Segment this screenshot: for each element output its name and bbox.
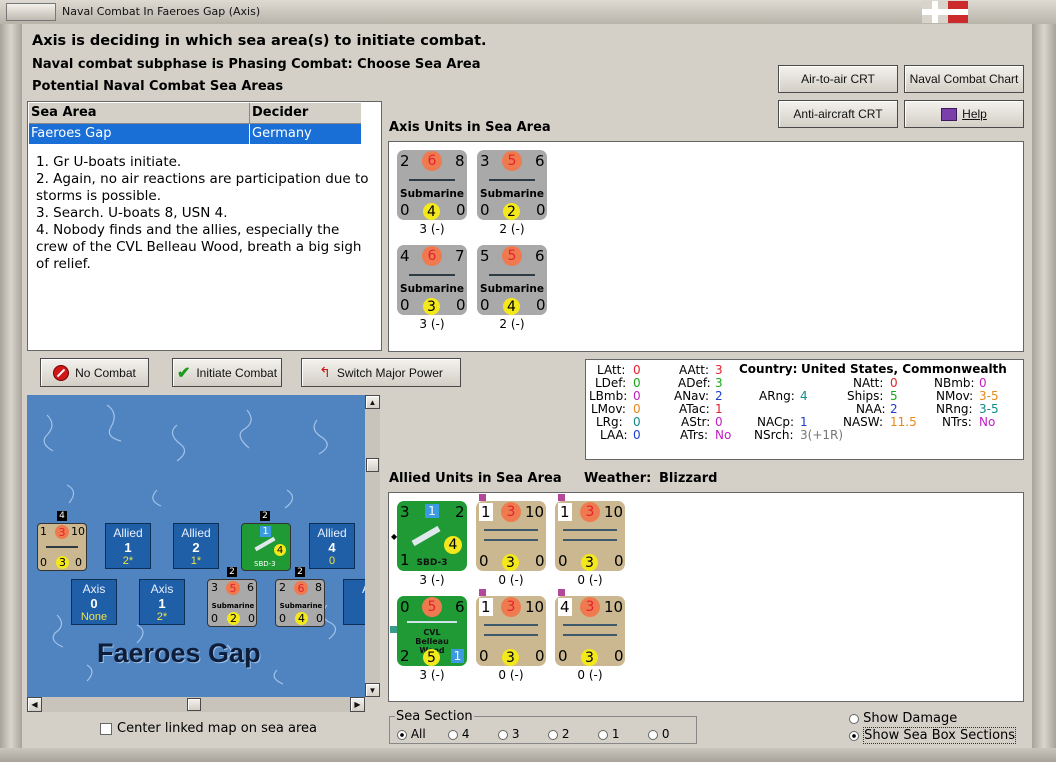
map-ship-stack-counter[interactable]: 1 3 10 0 3 0 [37,523,87,571]
aircraft-icon [411,525,441,547]
status-message: Axis is deciding in which sea area(s) to… [32,33,487,49]
sea-area-map[interactable]: 1 3 10 0 3 0 4 Allied 1 2* Allied 2 1* 2 1 4… [27,395,365,697]
sea-section-option-all[interactable]: All [397,727,426,741]
notes-text[interactable]: 1. Gr U-boats initiate. 2. Again, no air… [36,154,374,273]
switch-major-power-label: Switch Major Power [336,365,443,380]
allied-units-label: Allied Units in Sea Area [389,471,562,486]
checkmark-icon: ✔ [176,364,191,382]
subphase-text: Naval combat subphase is Phasing Combat:… [32,57,481,72]
horizontal-scroll-thumb[interactable] [187,698,201,711]
sea-section-label: Sea Section [395,709,474,724]
axis-units-label: Axis Units in Sea Area [389,120,551,135]
help-button[interactable]: Help [904,100,1024,128]
title-bar: Naval Combat In Faeroes Gap (Axis) [0,0,1056,25]
scroll-left-arrow-icon[interactable]: ◀ [27,697,42,712]
window-title: Naval Combat In Faeroes Gap (Axis) [62,5,261,18]
sea-section-option-1[interactable]: 1 [598,727,619,741]
map-submarine-counter[interactable]: 2 6 8 Submarine 0 4 0 [275,579,325,627]
scroll-right-arrow-icon[interactable]: ▶ [350,697,365,712]
window-frame-right [1032,24,1056,762]
col-decider: Decider [252,105,309,120]
system-menu-button[interactable] [6,3,56,21]
axis-submarine-counter[interactable]: 2 6 8 Submarine 0 4 0 [397,150,467,220]
weather-label: Weather: [584,471,652,486]
map-sea-area-name: Faeroes Gap [97,638,261,668]
axis-sea-box-0[interactable]: Axis 0 None [71,579,117,625]
window-frame-left [0,24,22,762]
axis-unit-status: 3 (-) [419,222,445,236]
map-stack-count: 4 [57,511,67,521]
weather-value: Blizzard [659,471,718,486]
map-stack-count: 2 [227,567,237,577]
map-vertical-scrollbar[interactable]: ▲ ▼ [365,395,380,697]
naval-combat-chart-button[interactable]: Naval Combat Chart [904,65,1024,93]
axis-unit-status: 2 (-) [499,222,525,236]
country-value: United States, Commonwealth [801,362,1007,376]
show-damage-option[interactable]: Show Damage [849,711,957,726]
scroll-down-arrow-icon[interactable]: ▼ [365,683,380,697]
axis-unit-status: 2 (-) [499,317,525,331]
germany-flag-icon [922,1,968,23]
allied-ship-counter[interactable]: 4 3 10 0 3 0 [555,596,625,666]
axis-sea-box-partial[interactable]: A [343,579,365,625]
sea-section-option-4[interactable]: 4 [448,727,469,741]
axis-submarine-counter[interactable]: 3 5 6 Submarine 0 2 0 [477,150,547,220]
anti-aircraft-crt-button[interactable]: Anti-aircraft CRT [778,100,898,128]
window-frame-bottom [0,748,1056,762]
sea-table-header: Sea Area Decider [29,103,361,124]
no-entry-icon [53,364,70,381]
axis-submarine-counter[interactable]: 5 5 6 Submarine 0 4 0 [477,245,547,315]
unit-stats-panel: LAtt: 0 LDef: 0 LBmb: 0 LMov: 0 LRg: 0 LAA: 0 … [585,359,1024,460]
map-stack-count: 2 [295,567,305,577]
help-label: Help [962,107,987,121]
vertical-scroll-thumb[interactable] [366,458,379,472]
sea-section-option-3[interactable]: 3 [498,727,519,741]
table-row[interactable]: Faeroes Gap Germany [29,124,361,144]
allied-ship-counter[interactable]: 1 3 10 0 3 0 [476,596,546,666]
axis-sea-box-1[interactable]: Axis 1 2* [139,579,185,625]
center-map-label: Center linked map on sea area [117,721,317,736]
allied-sea-box-2[interactable]: Allied 2 1* [173,523,219,569]
initiate-combat-label: Initiate Combat [196,365,278,380]
allied-sea-box-4[interactable]: Allied 4 0 [309,523,355,569]
air-to-air-crt-button[interactable]: Air-to-air CRT [778,65,898,93]
scroll-up-arrow-icon[interactable]: ▲ [365,395,380,409]
allied-unit-status: 0 (-) [498,668,524,682]
potential-areas-label: Potential Naval Combat Sea Areas [32,79,284,94]
allied-unit-status: 3 (-) [419,668,445,682]
center-map-checkbox[interactable] [100,723,112,735]
allied-ship-counter[interactable]: 1 3 10 0 3 0 [476,501,546,571]
map-horizontal-scrollbar[interactable]: ◀ ▶ [27,697,365,712]
sea-section-option-0[interactable]: 0 [648,727,669,741]
sea-section-option-2[interactable]: 2 [548,727,569,741]
switch-arrow-icon: ↰ [319,364,331,380]
axis-submarine-counter[interactable]: 4 6 7 Submarine 0 3 0 [397,245,467,315]
aircraft-icon [254,536,276,552]
show-sea-box-sections-option[interactable]: Show Sea Box Sections [849,727,1017,744]
col-sea-area: Sea Area [31,105,97,120]
map-submarine-counter[interactable]: 3 5 6 Submarine 0 2 0 [207,579,257,627]
country-label: Country: [739,362,798,376]
map-stack-count: 2 [260,511,270,521]
sea-area-panel: Sea Area Decider Faeroes Gap Germany 1. … [27,101,382,351]
initiate-combat-button[interactable]: ✔ Initiate Combat [172,358,282,387]
allied-aircraft-counter[interactable]: 3 1 2 1 4 SBD-3 [397,501,467,571]
map-aircraft-counter[interactable]: 1 4 SBD-3 [241,523,291,571]
allied-unit-status: 0 (-) [577,668,603,682]
allied-ship-counter[interactable]: 1 3 10 0 3 0 [555,501,625,571]
switch-major-power-button[interactable]: ↰ Switch Major Power [301,358,461,387]
allied-carrier-counter[interactable]: 0 5 6 CVL Belleau Wood 2 5 1 [397,596,467,666]
allied-unit-status: 0 (-) [498,573,524,587]
row-sea-area: Faeroes Gap [31,126,112,141]
allied-unit-status: 0 (-) [577,573,603,587]
allied-unit-status: 3 (-) [419,573,445,587]
book-icon [941,107,958,121]
axis-unit-status: 3 (-) [419,317,445,331]
carrier-marker-icon [390,626,397,633]
row-decider: Germany [252,126,312,141]
no-combat-button[interactable]: No Combat [40,358,149,387]
no-combat-label: No Combat [75,365,136,380]
allied-sea-box-1[interactable]: Allied 1 2* [105,523,151,569]
